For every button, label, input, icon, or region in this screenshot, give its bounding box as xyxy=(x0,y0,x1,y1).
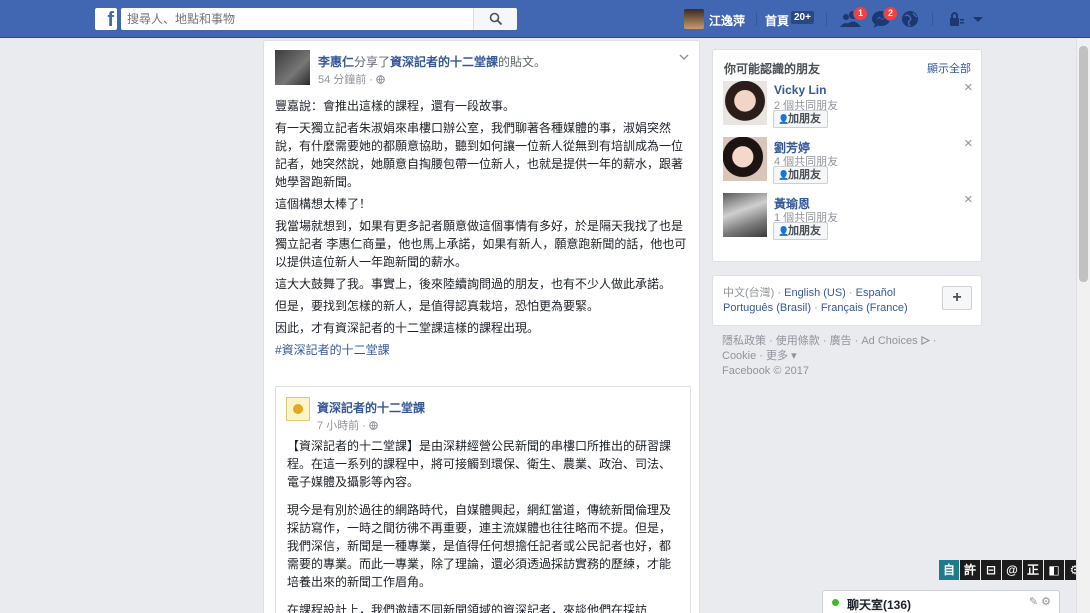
copyright: Facebook © 2017 xyxy=(722,365,809,377)
language-option[interactable]: Français (France) xyxy=(821,302,908,314)
online-status-icon xyxy=(832,599,839,606)
shared-page-link[interactable]: 資深記者的十二堂課 xyxy=(390,55,498,69)
ime-button[interactable]: 許 xyxy=(960,560,980,580)
friend-suggestion: 劉芳婷 4 個共同朋友 👤加朋友 ✕ xyxy=(723,137,973,185)
post-timestamp[interactable]: 54 分鐘前 · xyxy=(318,71,385,87)
post-header: 李惠仁分享了資深記者的十二堂課的貼文。 xyxy=(318,53,546,70)
friend-requests-icon[interactable]: 1 xyxy=(840,6,869,28)
add-friend-icon: 👤 xyxy=(778,226,790,236)
chat-sidebar-tab[interactable]: 聊天室(136) ✎ ⚙ xyxy=(822,590,1060,613)
language-list: 中文(台灣) · English (US) · Español Portuguê… xyxy=(723,287,908,314)
post-paragraph: 我當場就想到，如果有更多記者願意做這個事情有多好，於是隔天我找了也是獨立記者 李… xyxy=(275,219,687,269)
post-paragraph: 因此，才有資深記者的十二堂課這樣的課程出現。 xyxy=(275,321,540,335)
top-navigation-bar: f 江逸萍 首頁 20+ 1 2 xyxy=(0,0,1090,38)
chat-icons: ✎ ⚙ xyxy=(1029,595,1051,608)
ime-toolbar: 自 許 ⊟ @ 正 ◧ ⚙ xyxy=(939,560,1086,580)
post-text: 豐嘉說：會推出這樣的課程，還有一段故事。 有一天獨立記者朱淑娟來串樓口辦公室，我… xyxy=(275,97,691,363)
hashtag-link[interactable]: #資深記者的十二堂課 xyxy=(275,341,691,359)
chat-label: 聊天室(136) xyxy=(847,598,912,612)
globe-icon[interactable] xyxy=(901,10,921,28)
friend-requests-badge: 1 xyxy=(853,6,869,21)
post-options-chevron-icon[interactable] xyxy=(679,52,689,64)
post-author-avatar[interactable] xyxy=(275,50,310,85)
ime-button[interactable]: ◧ xyxy=(1044,560,1064,580)
search-input[interactable] xyxy=(121,8,477,30)
ad-choices-icon xyxy=(921,336,930,345)
footer-link[interactable]: Cookie xyxy=(722,350,756,362)
add-friend-button[interactable]: 👤加朋友 xyxy=(773,166,828,184)
shared-post-text: 【資深記者的十二堂課】是由深耕經營公民新聞的串樓口所推出的研習課程。在這一系列的… xyxy=(287,437,682,613)
footer-link[interactable]: 隱私政策 xyxy=(722,335,766,347)
friend-photo[interactable] xyxy=(723,137,767,181)
footer-link[interactable]: 廣告 xyxy=(830,335,852,347)
more-languages-button[interactable]: + xyxy=(942,286,972,310)
post-paragraph: 豐嘉說：會推出這樣的課程，還有一段故事。 xyxy=(275,99,516,113)
profile-avatar[interactable] xyxy=(684,9,704,29)
post-shared-text: 分享了資深記者的十二堂課的貼文。 xyxy=(354,55,547,69)
globe-audience-icon xyxy=(376,75,385,84)
page-avatar[interactable] xyxy=(286,397,310,421)
messages-badge: 2 xyxy=(883,6,899,21)
feed-post: 李惠仁分享了資深記者的十二堂課的貼文。 54 分鐘前 · 豐嘉說：會推出這樣的課… xyxy=(263,40,700,613)
messages-icon[interactable]: 2 xyxy=(871,6,899,28)
friend-name-link[interactable]: Vicky Lin xyxy=(774,83,826,97)
add-friend-icon: 👤 xyxy=(778,114,790,124)
add-friend-button[interactable]: 👤加朋友 xyxy=(773,110,828,128)
language-selector: 中文(台灣) · English (US) · Español Portuguê… xyxy=(712,275,982,326)
search-box xyxy=(121,8,517,30)
facebook-logo[interactable]: f xyxy=(95,8,117,30)
ime-button[interactable]: 正 xyxy=(1023,560,1043,580)
friend-photo[interactable] xyxy=(723,193,767,237)
shared-post: 資深記者的十二堂課 7 小時前 · 【資深記者的十二堂課】是由深耕經營公民新聞的… xyxy=(275,386,691,613)
home-link[interactable]: 首頁 xyxy=(765,12,789,29)
language-option[interactable]: Português (Brasil) xyxy=(723,302,811,314)
profile-name-link[interactable]: 江逸萍 xyxy=(709,12,745,29)
search-button[interactable] xyxy=(473,8,517,30)
shared-paragraph: 在課程設計上，我們邀請不同新聞領域的資深記者，來談他們在採訪 xyxy=(287,603,648,613)
nav-divider xyxy=(756,12,757,26)
shared-paragraph: 現今是有別於過往的網路時代，自媒體興起，網紅當道，傳統新聞倫理及採訪寫作，一時之… xyxy=(287,503,672,589)
ime-button[interactable]: ⊟ xyxy=(981,560,1001,580)
scrollbar-thumb[interactable] xyxy=(1079,46,1088,282)
shared-page-name-link[interactable]: 資深記者的十二堂課 xyxy=(317,399,425,416)
pymk-title: 你可能認識的朋友 xyxy=(724,62,821,76)
add-friend-icon: 👤 xyxy=(778,170,790,180)
shared-post-timestamp[interactable]: 7 小時前 · xyxy=(317,417,378,433)
language-option[interactable]: English (US) xyxy=(784,287,846,299)
people-you-may-know: 你可能認識的朋友 顯示全部 Vicky Lin 2 個共同朋友 👤加朋友 ✕ 劉… xyxy=(712,49,982,262)
ime-button[interactable]: @ xyxy=(1002,560,1022,580)
footer-link[interactable]: Ad Choices xyxy=(861,335,930,347)
footer-links: 隱私政策 · 使用條款 · 廣告 · Ad Choices · Cookie ·… xyxy=(722,335,937,377)
dismiss-close-icon[interactable]: ✕ xyxy=(964,81,973,94)
current-language: 中文(台灣) xyxy=(723,287,775,299)
see-all-link[interactable]: 顯示全部 xyxy=(927,60,971,76)
page-scrollbar[interactable] xyxy=(1076,38,1090,613)
add-friend-button[interactable]: 👤加朋友 xyxy=(773,222,828,240)
dismiss-close-icon[interactable]: ✕ xyxy=(964,193,973,206)
footer-link[interactable]: 更多 ▾ xyxy=(766,350,797,362)
chat-settings-gear-icon[interactable]: ⚙ xyxy=(1041,596,1051,608)
ime-mode-button[interactable]: 自 xyxy=(939,560,959,580)
globe-audience-icon xyxy=(369,421,378,430)
shared-paragraph: 【資深記者的十二堂課】是由深耕經營公民新聞的串樓口所推出的研習課程。在這一系列的… xyxy=(287,439,672,489)
post-paragraph: 但是，要找到怎樣的新人，是值得認真栽培，恐怕更為要緊。 xyxy=(275,299,600,313)
footer-link[interactable]: 使用條款 xyxy=(776,335,820,347)
nav-divider xyxy=(932,12,933,26)
new-message-icon[interactable]: ✎ xyxy=(1029,596,1038,608)
friend-suggestion: 黃瑜恩 1 個共同朋友 👤加朋友 ✕ xyxy=(723,193,973,241)
post-author-link[interactable]: 李惠仁 xyxy=(318,55,354,69)
dismiss-close-icon[interactable]: ✕ xyxy=(964,137,973,150)
chevron-down-icon[interactable] xyxy=(972,10,992,28)
post-paragraph: 有一天獨立記者朱淑娟來串樓口辦公室，我們聊著各種媒體的事，淑娟突然說，有什麼需要… xyxy=(275,121,684,189)
friend-suggestion: Vicky Lin 2 個共同朋友 👤加朋友 ✕ xyxy=(723,81,973,129)
nav-divider xyxy=(826,12,827,26)
post-paragraph: 這大大鼓舞了我。事實上，後來陸續詢問過的朋友，也有不少人做此承諾。 xyxy=(275,277,672,291)
home-count-badge: 20+ xyxy=(791,11,814,24)
friend-photo[interactable] xyxy=(723,81,767,125)
privacy-shortcuts-icon[interactable] xyxy=(948,10,968,28)
caret-down-icon: ▾ xyxy=(791,350,797,362)
search-icon xyxy=(489,12,503,26)
post-paragraph: 這個構想太棒了！ xyxy=(275,197,372,211)
language-option[interactable]: Español xyxy=(856,287,896,299)
